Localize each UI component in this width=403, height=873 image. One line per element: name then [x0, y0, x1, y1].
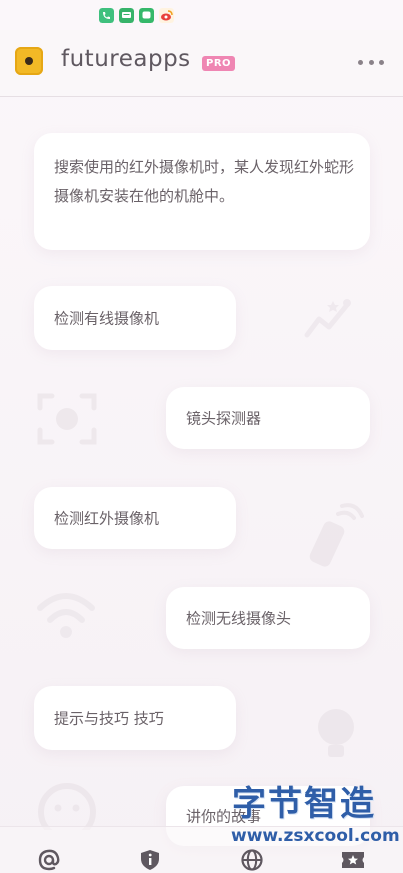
card-label: 镜头探测器: [186, 409, 262, 428]
intro-text: 搜索使用的红外摄像机时，某人发现红外蛇形摄像机安装在他的机舱中。: [54, 158, 355, 205]
focus-target-icon: [37, 393, 97, 445]
watermark-logo-text: 字节智造: [232, 784, 376, 824]
app-header: futureapps PRO: [0, 30, 403, 97]
card-label: 检测红外摄像机: [54, 509, 160, 528]
lens-detector-button[interactable]: 镜头探测器: [166, 387, 370, 449]
app-title: futureapps: [61, 46, 191, 72]
phone-icon: [99, 8, 114, 23]
pro-badge: PRO: [202, 56, 236, 71]
wifi-icon: [37, 593, 95, 638]
trend-chart-icon: [304, 299, 351, 338]
intro-card: 搜索使用的红外摄像机时，某人发现红外蛇形摄像机安装在他的机舱中。: [34, 133, 370, 250]
card-label: 提示与技巧 技巧: [54, 709, 164, 728]
tips-and-tricks-button[interactable]: 提示与技巧 技巧: [34, 686, 236, 750]
chat-icon: [139, 8, 154, 23]
nav-info-button[interactable]: [135, 847, 165, 873]
weibo-icon: [159, 8, 174, 23]
card-label: 检测有线摄像机: [54, 309, 160, 328]
card-label: 检测无线摄像头: [186, 609, 292, 628]
info-shield-icon: [141, 850, 159, 870]
remote-control-icon: [309, 503, 364, 567]
camera-logo-icon: [15, 47, 43, 75]
globe-icon: [241, 849, 263, 871]
notification-icons: [99, 8, 174, 23]
at-icon: [38, 849, 60, 871]
nav-at-button[interactable]: [34, 847, 64, 873]
app-screen: futureapps PRO 搜索使用的红外摄像机时，某人发现红外蛇形摄像机安装…: [0, 0, 403, 873]
nav-favorites-button[interactable]: [338, 847, 368, 873]
smiley-face-icon: [38, 783, 96, 830]
nav-globe-button[interactable]: [237, 847, 267, 873]
lightbulb-icon: [318, 709, 354, 757]
message-icon: [119, 8, 134, 23]
status-bar: [0, 0, 403, 30]
more-dots-icon: [358, 59, 363, 65]
star-ticket-icon: [342, 852, 364, 868]
detect-infrared-camera-button[interactable]: 检测红外摄像机: [34, 487, 236, 549]
more-options-button[interactable]: [358, 55, 384, 69]
detect-wired-camera-button[interactable]: 检测有线摄像机: [34, 286, 236, 350]
watermark-url: www.zsxcool.com: [231, 826, 400, 846]
detect-wireless-camera-button[interactable]: 检测无线摄像头: [166, 587, 370, 649]
